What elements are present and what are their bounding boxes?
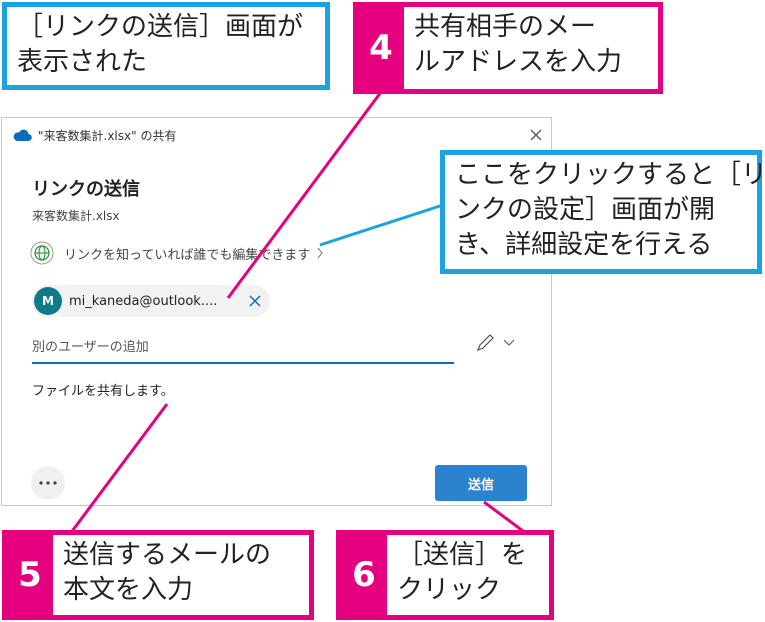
link-settings-button[interactable]: リンクを知っていれば誰でも編集できます bbox=[30, 239, 324, 267]
step-number: 4 bbox=[358, 7, 404, 89]
step-text: 送信するメールの 本文を入力 bbox=[63, 538, 271, 608]
pencil-icon bbox=[476, 334, 515, 352]
globe-icon bbox=[30, 241, 54, 265]
file-name: 来客数集計.xlsx bbox=[32, 209, 120, 223]
step-line: ルアドレスを入力 bbox=[414, 47, 623, 77]
callout-link-settings: ここをクリックすると［リ ンクの設定］画面が開 き、詳細設定を行える bbox=[440, 150, 765, 274]
onedrive-cloud-icon bbox=[13, 129, 32, 142]
window-title: "来客数集計.xlsx" の共有 bbox=[38, 129, 177, 143]
title-bar: "来客数集計.xlsx" の共有 bbox=[2, 118, 551, 152]
step-line: 共有相手のメー bbox=[414, 12, 597, 42]
callout-line: ここをクリックすると［リ bbox=[455, 160, 765, 190]
more-icon bbox=[39, 481, 57, 485]
step-number: 5 bbox=[7, 535, 53, 615]
callout-line: ンクの設定］画面が開 bbox=[455, 195, 716, 225]
step-text: ［送信］を クリック bbox=[397, 538, 527, 608]
link-permission-text: リンクを知っていれば誰でも編集できます bbox=[64, 247, 311, 263]
avatar: M bbox=[34, 287, 62, 315]
permission-dropdown[interactable] bbox=[474, 330, 520, 356]
step-text: 共有相手のメー ルアドレスを入力 bbox=[414, 10, 622, 80]
remove-recipient-icon[interactable] bbox=[246, 292, 264, 310]
recipient-email: mi_kaneda@outlook.... bbox=[69, 293, 218, 309]
message-input[interactable]: ファイルを共有します。 bbox=[32, 380, 522, 440]
step-number: 6 bbox=[341, 535, 387, 615]
more-options-button[interactable] bbox=[31, 466, 65, 500]
callout-screen-shown: ［リンクの送信］画面が 表示された bbox=[2, 2, 330, 90]
step-5-callout: 5 送信するメールの 本文を入力 bbox=[2, 530, 314, 620]
callout-line: き、詳細設定を行える bbox=[455, 230, 713, 260]
send-button[interactable]: 送信 bbox=[435, 465, 527, 501]
step-6-callout: 6 ［送信］を クリック bbox=[336, 530, 554, 620]
step-line: クリック bbox=[397, 575, 502, 605]
step-line: 本文を入力 bbox=[63, 575, 194, 605]
recipient-chip: M mi_kaneda@outlook.... bbox=[32, 285, 270, 317]
close-icon[interactable] bbox=[525, 124, 547, 146]
callout-line: 表示された bbox=[17, 47, 148, 77]
step-line: 送信するメールの bbox=[63, 540, 272, 570]
callout-line: ［リンクの送信］画面が bbox=[17, 12, 304, 42]
step-4-callout: 4 共有相手のメー ルアドレスを入力 bbox=[353, 2, 663, 94]
add-user-input[interactable] bbox=[32, 332, 454, 364]
step-line: ［送信］を bbox=[397, 540, 528, 570]
dialog-heading: リンクの送信 bbox=[32, 179, 140, 200]
chevron-right-icon bbox=[317, 247, 324, 259]
